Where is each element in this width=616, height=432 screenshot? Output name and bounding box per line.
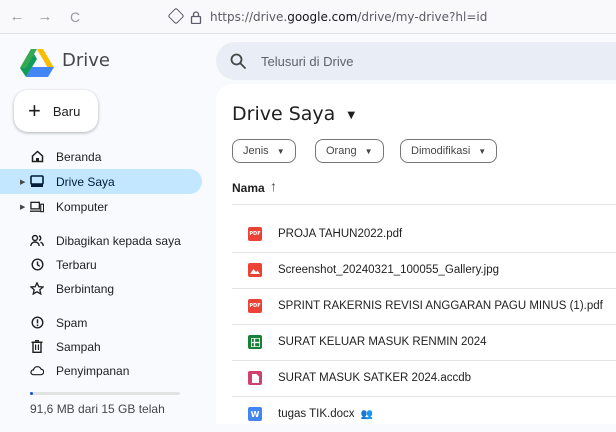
cloud-icon bbox=[30, 364, 44, 378]
sidebar-item-label: Terbaru bbox=[56, 257, 97, 272]
sidebar-item-computers[interactable]: ▶ Komputer bbox=[0, 194, 204, 219]
shared-icon bbox=[30, 234, 44, 248]
sidebar-item-label: Spam bbox=[56, 315, 88, 330]
sidebar-item-home[interactable]: Beranda bbox=[0, 144, 204, 169]
image-icon bbox=[248, 263, 262, 277]
back-button[interactable]: ← bbox=[6, 6, 28, 28]
address-bar[interactable]: https://drive. google.com/drive/my-drive?… bbox=[190, 6, 616, 28]
caret-down-icon: ▼ bbox=[347, 110, 356, 121]
file-row[interactable]: PDF PROJA TAHUN2022.pdf bbox=[232, 216, 616, 252]
file-row[interactable]: Screenshot_20240321_100055_Gallery.jpg bbox=[232, 252, 616, 288]
chevron-down-icon: ▼ bbox=[364, 146, 373, 156]
file-name: PROJA TAHUN2022.pdf bbox=[278, 228, 403, 240]
sidebar-item-spam[interactable]: Spam bbox=[0, 310, 204, 335]
drive-logo-icon[interactable] bbox=[20, 48, 54, 78]
sidebar-item-my-drive[interactable]: ▶ Drive Saya bbox=[0, 169, 202, 194]
clock-icon bbox=[30, 258, 44, 272]
file-row[interactable]: SURAT KELUAR MASUK RENMIN 2024 bbox=[232, 324, 616, 360]
access-file-icon bbox=[248, 371, 262, 385]
filter-chip-type[interactable]: Jenis ▼ bbox=[232, 139, 296, 163]
spam-icon bbox=[30, 316, 44, 330]
column-header-name[interactable]: Nama bbox=[232, 181, 265, 195]
file-name-wrap: tugas TIK.docx 👥 bbox=[278, 408, 373, 420]
file-row[interactable]: SURAT MASUK SATKER 2024.accdb bbox=[232, 360, 616, 396]
divider bbox=[232, 204, 616, 205]
sidebar-item-label: Komputer bbox=[56, 199, 109, 214]
storage-bar bbox=[30, 392, 180, 395]
filter-chip-people[interactable]: Orang ▼ bbox=[315, 139, 384, 163]
storage-bar-fill bbox=[30, 392, 33, 395]
sidebar-item-label: Drive Saya bbox=[56, 174, 115, 189]
reload-button[interactable]: C bbox=[64, 6, 86, 28]
file-name: Screenshot_20240321_100055_Gallery.jpg bbox=[278, 264, 500, 276]
sort-arrow-up-icon[interactable]: ↑ bbox=[270, 178, 277, 194]
file-name: SURAT KELUAR MASUK RENMIN 2024 bbox=[278, 336, 487, 348]
expand-caret-icon[interactable]: ▶ bbox=[20, 203, 25, 211]
star-icon bbox=[30, 282, 44, 296]
sidebar-item-label: Berbintang bbox=[56, 281, 115, 296]
new-button-label: Baru bbox=[52, 103, 81, 119]
sidebar-item-label: Sampah bbox=[56, 339, 101, 354]
search-icon[interactable] bbox=[229, 52, 247, 70]
search-input[interactable]: Telusuri di Drive bbox=[261, 54, 353, 69]
shared-people-icon: 👥 bbox=[360, 409, 373, 420]
page-title-text: Drive Saya bbox=[232, 103, 336, 125]
computer-icon bbox=[30, 200, 44, 214]
forward-button[interactable]: → bbox=[34, 6, 56, 28]
sidebar-item-shared[interactable]: Dibagikan kepada saya bbox=[0, 228, 204, 253]
file-name: SPRINT RAKERNIS REVISI ANGGARAN PAGU MIN… bbox=[278, 300, 603, 312]
pdf-icon: PDF bbox=[248, 299, 262, 313]
expand-caret-icon[interactable]: ▶ bbox=[20, 178, 25, 186]
word-doc-icon: W bbox=[248, 407, 262, 421]
lock-icon bbox=[190, 10, 202, 24]
url-suffix: /drive/my-drive?hl=id bbox=[357, 10, 488, 24]
new-button[interactable]: + Baru bbox=[14, 90, 98, 132]
filter-chip-label: Dimodifikasi bbox=[411, 145, 471, 157]
chevron-down-icon: ▼ bbox=[276, 146, 285, 156]
pdf-icon: PDF bbox=[248, 227, 262, 241]
sidebar-item-label: Penyimpanan bbox=[56, 363, 130, 378]
home-icon bbox=[30, 150, 44, 164]
file-name: SURAT MASUK SATKER 2024.accdb bbox=[278, 372, 472, 384]
sidebar-item-recent[interactable]: Terbaru bbox=[0, 252, 204, 277]
url-prefix: https://drive. bbox=[210, 10, 288, 24]
shield-icon[interactable] bbox=[167, 7, 185, 25]
chevron-down-icon: ▼ bbox=[478, 146, 487, 156]
filter-chip-modified[interactable]: Dimodifikasi ▼ bbox=[400, 139, 498, 163]
file-name: tugas TIK.docx bbox=[278, 408, 355, 420]
page-title[interactable]: Drive Saya ▼ bbox=[232, 103, 355, 125]
browser-toolbar: ← → C https://drive. google.com/drive/my-… bbox=[0, 0, 616, 34]
url-domain: google.com bbox=[287, 10, 358, 24]
sidebar-item-trash[interactable]: Sampah bbox=[0, 334, 204, 359]
filter-chip-label: Orang bbox=[326, 145, 357, 157]
sidebar-item-starred[interactable]: Berbintang bbox=[0, 276, 204, 301]
sidebar-item-label: Beranda bbox=[56, 149, 102, 164]
storage-text: 91,6 MB dari 15 GB telah bbox=[30, 402, 165, 416]
sidebar-item-label: Dibagikan kepada saya bbox=[56, 233, 181, 248]
filter-chip-label: Jenis bbox=[243, 145, 269, 157]
app-brand[interactable]: Drive bbox=[62, 50, 110, 71]
file-row[interactable]: PDF SPRINT RAKERNIS REVISI ANGGARAN PAGU… bbox=[232, 288, 616, 324]
search-bar[interactable]: Telusuri di Drive bbox=[216, 42, 616, 80]
trash-icon bbox=[30, 340, 44, 354]
sidebar-item-storage[interactable]: Penyimpanan bbox=[0, 358, 204, 383]
my-drive-icon bbox=[30, 175, 44, 189]
plus-icon: + bbox=[28, 98, 41, 123]
sheets-icon bbox=[248, 335, 262, 349]
file-row[interactable]: W tugas TIK.docx 👥 bbox=[232, 396, 616, 432]
